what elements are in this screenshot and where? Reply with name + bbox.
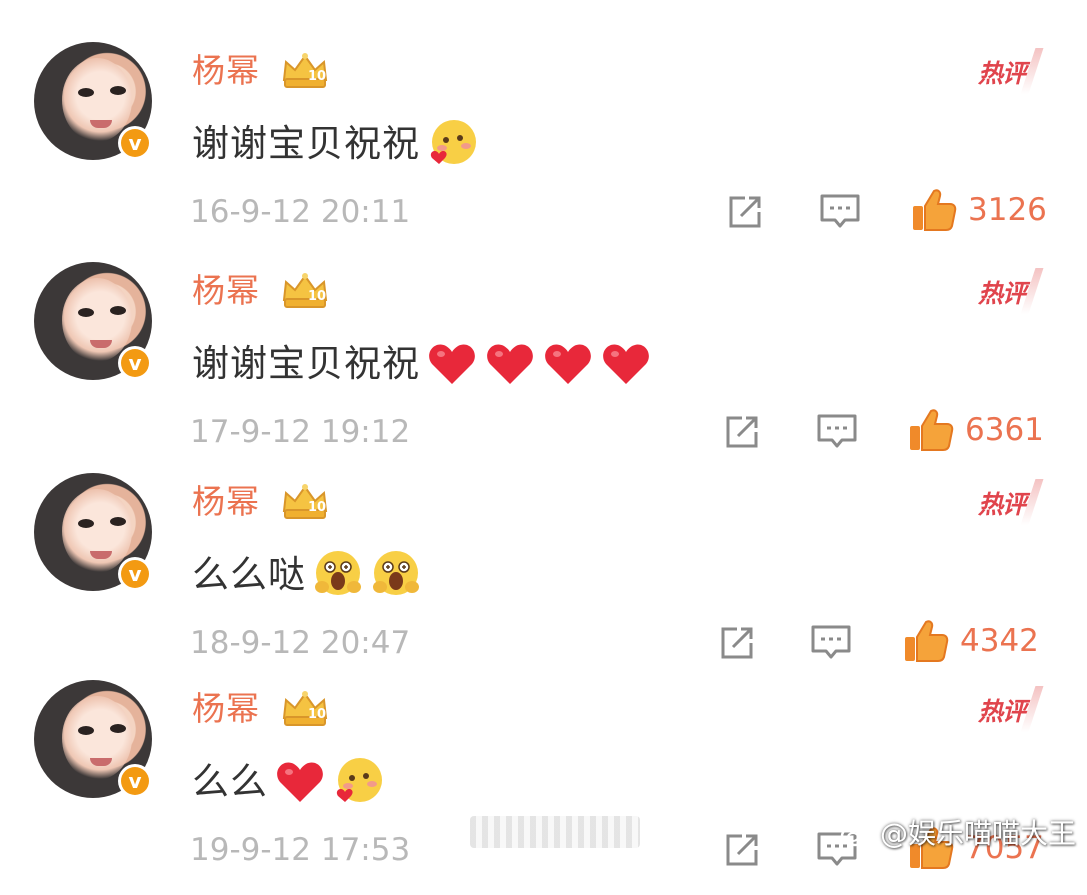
blush-heart-emoji (336, 758, 382, 802)
username[interactable]: 杨幂 (192, 479, 260, 525)
crown-vip-icon: 10 (282, 53, 328, 88)
comment-content: 么么 (192, 752, 384, 812)
crown-vip-icon: 10 (282, 691, 328, 726)
comment-text: 么么 (192, 760, 268, 803)
hot-comment-badge: 热评 (976, 268, 1044, 314)
avatar-face (62, 58, 132, 142)
comment-icon[interactable] (819, 192, 861, 232)
hug-emoji (373, 551, 419, 595)
crown-vip-icon: 10 (282, 273, 328, 308)
comment-icon[interactable] (816, 412, 858, 452)
red-heart-emoji (545, 344, 591, 384)
red-heart-emoji (487, 344, 533, 384)
like-button[interactable]: 3126 (910, 184, 1047, 236)
red-heart-emoji (603, 344, 649, 384)
like-button[interactable]: 4342 (902, 615, 1039, 667)
avatar[interactable]: v (34, 680, 152, 798)
hot-comment-badge: 热评 (976, 479, 1044, 525)
red-heart-emoji (277, 762, 323, 802)
avatar-eye (78, 519, 94, 528)
comment-text: 谢谢宝贝祝祝 (192, 122, 420, 165)
comment-content: 谢谢宝贝祝祝 (192, 114, 478, 174)
avatar[interactable]: v (34, 262, 152, 380)
svg-text:10: 10 (308, 707, 326, 722)
avatar-face (62, 278, 132, 362)
verified-badge-icon: v (118, 126, 152, 160)
username[interactable]: 杨幂 (192, 268, 260, 314)
username[interactable]: 杨幂 (192, 48, 260, 94)
thumbs-up-icon (913, 189, 957, 231)
verified-badge-icon: v (118, 557, 152, 591)
avatar-face (62, 489, 132, 573)
red-heart-emoji (429, 344, 475, 384)
verified-badge-icon: v (118, 346, 152, 380)
avatar-eye (110, 517, 126, 526)
repost-icon[interactable] (722, 830, 762, 870)
comment-content: 谢谢宝贝祝祝 (192, 334, 652, 394)
crown-vip-icon: 10 (282, 484, 328, 519)
avatar-eye (78, 88, 94, 97)
avatar-eye (110, 86, 126, 95)
weibo-logo-icon (840, 818, 875, 847)
comment-icon[interactable] (810, 623, 852, 663)
avatar-eye (78, 726, 94, 735)
hug-emoji (315, 551, 361, 595)
comment-item: v 杨幂 10 热评 谢谢宝贝祝祝 17-9-12 19:12 6361 (0, 262, 1087, 477)
like-count: 6361 (965, 412, 1044, 448)
repost-icon[interactable] (722, 412, 762, 452)
svg-text:10: 10 (308, 500, 326, 515)
username[interactable]: 杨幂 (192, 686, 260, 732)
comment-text: 么么哒 (192, 553, 306, 596)
avatar-eye (110, 724, 126, 733)
comment-item: v 杨幂 10 热评 么么 19-9-12 17:53 7057 (0, 680, 1087, 895)
comment-timestamp: 19-9-12 17:53 (190, 832, 411, 868)
like-count: 4342 (960, 623, 1039, 659)
svg-text:10: 10 (308, 289, 326, 304)
hot-comment-badge: 热评 (976, 48, 1044, 94)
comment-timestamp: 16-9-12 20:11 (190, 194, 411, 230)
avatar-eye (78, 308, 94, 317)
repost-icon[interactable] (717, 623, 757, 663)
comment-item: v 杨幂 10 热评 谢谢宝贝祝祝 16-9-12 20:11 3126 (0, 42, 1087, 257)
hot-comment-badge: 热评 (976, 686, 1044, 732)
comment-timestamp: 17-9-12 19:12 (190, 414, 411, 450)
verified-badge-icon: v (118, 764, 152, 798)
avatar[interactable]: v (34, 473, 152, 591)
like-button[interactable]: 6361 (907, 404, 1044, 456)
comment-timestamp: 18-9-12 20:47 (190, 625, 411, 661)
comment-item: v 杨幂 10 热评 么么哒 18-9-12 20:47 4342 (0, 473, 1087, 688)
watermark-text: @娱乐喵喵大王 (880, 817, 1077, 850)
thumbs-up-icon (910, 409, 954, 451)
avatar-eye (110, 306, 126, 315)
avatar-face (62, 696, 132, 780)
comment-text: 谢谢宝贝祝祝 (192, 342, 420, 385)
svg-text:10: 10 (308, 69, 326, 84)
avatar[interactable]: v (34, 42, 152, 160)
like-count: 3126 (968, 192, 1047, 228)
home-indicator-blur (470, 816, 640, 848)
thumbs-up-icon (905, 620, 949, 662)
watermark: @娱乐喵喵大王 (832, 810, 1084, 854)
repost-icon[interactable] (725, 192, 765, 232)
comment-content: 么么哒 (192, 545, 422, 605)
blush-heart-emoji (430, 120, 476, 164)
